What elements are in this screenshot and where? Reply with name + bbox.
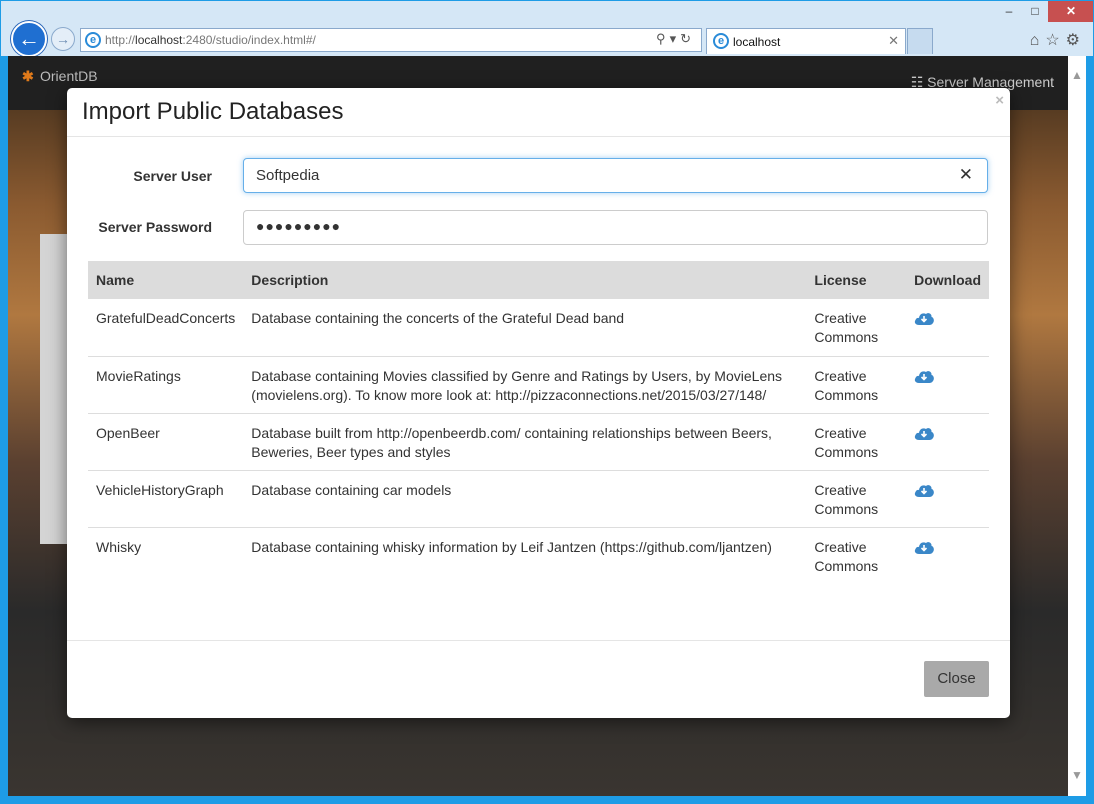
url-path: :2480/studio/index.html#/ bbox=[182, 33, 316, 47]
window-controls: – □ ✕ bbox=[996, 0, 1094, 22]
ie-tab-icon: e bbox=[713, 33, 729, 49]
server-user-label: Server User bbox=[133, 168, 212, 184]
url-prefix: http:// bbox=[105, 33, 136, 47]
scroll-down-icon[interactable]: ▼ bbox=[1071, 768, 1083, 782]
databases-table: Name Description License Download Gratef… bbox=[88, 261, 989, 584]
cloud-download-icon[interactable] bbox=[914, 426, 934, 440]
db-license: Creative Commons bbox=[806, 470, 907, 528]
cloud-download-icon[interactable] bbox=[914, 483, 934, 497]
browser-tools: ⌂☆⚙ bbox=[1030, 30, 1086, 50]
server-password-label: Server Password bbox=[98, 219, 212, 235]
home-icon[interactable]: ⌂ bbox=[1030, 32, 1046, 49]
db-name: MovieRatings bbox=[88, 356, 244, 414]
db-description: Database containing the concerts of the … bbox=[243, 299, 807, 357]
db-name: OpenBeer bbox=[88, 413, 244, 471]
scrollbar[interactable]: ▲ ▼ bbox=[1068, 56, 1086, 796]
browser-tab[interactable]: e localhost ✕ bbox=[706, 28, 906, 54]
db-description: Database built from http://openbeerdb.co… bbox=[243, 413, 807, 471]
cloud-download-icon[interactable] bbox=[914, 369, 934, 383]
server-user-input[interactable]: Softpedia ✕ bbox=[243, 158, 988, 193]
db-license: Creative Commons bbox=[814, 538, 879, 574]
table-row: GratefulDeadConcerts Database containing… bbox=[88, 299, 989, 357]
cloud-download-icon[interactable] bbox=[914, 540, 934, 554]
back-button[interactable]: ← bbox=[11, 21, 47, 57]
gear-icon[interactable]: ⚙ bbox=[1066, 32, 1086, 49]
window-close-button[interactable]: ✕ bbox=[1048, 0, 1094, 22]
app-logo[interactable]: ✱ OrientDB bbox=[22, 68, 98, 84]
clear-input-icon[interactable]: ✕ bbox=[959, 165, 973, 185]
db-name: GratefulDeadConcerts bbox=[88, 299, 244, 357]
column-header-description: Description bbox=[243, 261, 807, 299]
db-license: Creative Commons bbox=[806, 299, 907, 357]
browser-chrome: ← → e http://localhost:2480/studio/index… bbox=[0, 0, 1094, 57]
address-tools: ⚲▾↻ bbox=[656, 31, 695, 47]
search-icon[interactable]: ⚲ bbox=[656, 31, 670, 46]
tab-title: localhost bbox=[733, 35, 781, 49]
address-bar[interactable]: e http://localhost:2480/studio/index.htm… bbox=[80, 28, 702, 52]
db-description: Database containing Movies classified by… bbox=[243, 356, 807, 414]
table-row: MovieRatings Database containing Movies … bbox=[88, 356, 989, 414]
url-host: localhost bbox=[135, 33, 183, 47]
server-user-value: Softpedia bbox=[256, 167, 320, 184]
db-description: Database containing whisky information b… bbox=[251, 538, 772, 555]
arrow-left-icon: ← bbox=[18, 26, 40, 51]
modal-close-icon[interactable]: × bbox=[995, 92, 1004, 109]
db-license: Creative Commons bbox=[806, 413, 907, 471]
column-header-download: Download bbox=[906, 261, 989, 299]
db-description: Database containing car models bbox=[243, 470, 807, 528]
star-icon[interactable]: ☆ bbox=[1045, 32, 1065, 49]
modal-title: Import Public Databases bbox=[82, 98, 344, 125]
db-license: Creative Commons bbox=[806, 356, 907, 414]
ie-icon: e bbox=[85, 32, 101, 48]
orientdb-logo-icon: ✱ bbox=[22, 68, 34, 84]
scroll-up-icon[interactable]: ▲ bbox=[1071, 68, 1083, 82]
modal-header: Import Public Databases × bbox=[67, 88, 1010, 137]
db-name: VehicleHistoryGraph bbox=[88, 470, 244, 528]
background-panel bbox=[40, 234, 70, 544]
table-row: OpenBeer Database built from http://open… bbox=[88, 413, 989, 471]
download-cell bbox=[906, 527, 989, 584]
server-password-input[interactable]: ●●●●●●●●● bbox=[243, 210, 988, 245]
modal-footer: Close bbox=[67, 640, 1010, 718]
table-header-row: Name Description License Download bbox=[88, 261, 989, 299]
table-row: VehicleHistoryGraph Database containing … bbox=[88, 470, 989, 528]
arrow-right-icon: → bbox=[56, 31, 70, 47]
download-cell bbox=[906, 470, 989, 528]
minimize-button[interactable]: – bbox=[996, 0, 1022, 22]
chevron-down-icon[interactable]: ▾ bbox=[670, 31, 681, 46]
logo-text: OrientDB bbox=[40, 68, 98, 84]
column-header-name: Name bbox=[88, 261, 244, 299]
db-name: Whisky bbox=[96, 538, 142, 555]
maximize-button[interactable]: □ bbox=[1022, 0, 1048, 22]
column-header-license: License bbox=[806, 261, 907, 299]
tab-close-icon[interactable]: ✕ bbox=[888, 33, 899, 49]
download-cell bbox=[906, 356, 989, 414]
download-cell bbox=[906, 299, 989, 357]
import-databases-modal: Import Public Databases × Server User So… bbox=[67, 88, 1010, 718]
download-cell bbox=[906, 413, 989, 471]
cloud-download-icon[interactable] bbox=[914, 311, 934, 325]
table-row: Whisky Database containing whisky inform… bbox=[88, 527, 989, 584]
forward-button[interactable]: → bbox=[51, 27, 75, 51]
server-password-value: ●●●●●●●●● bbox=[256, 218, 342, 234]
new-tab-button[interactable] bbox=[907, 28, 933, 54]
url-text: http://localhost:2480/studio/index.html#… bbox=[105, 33, 316, 47]
close-button[interactable]: Close bbox=[924, 661, 989, 697]
refresh-icon[interactable]: ↻ bbox=[680, 31, 695, 46]
